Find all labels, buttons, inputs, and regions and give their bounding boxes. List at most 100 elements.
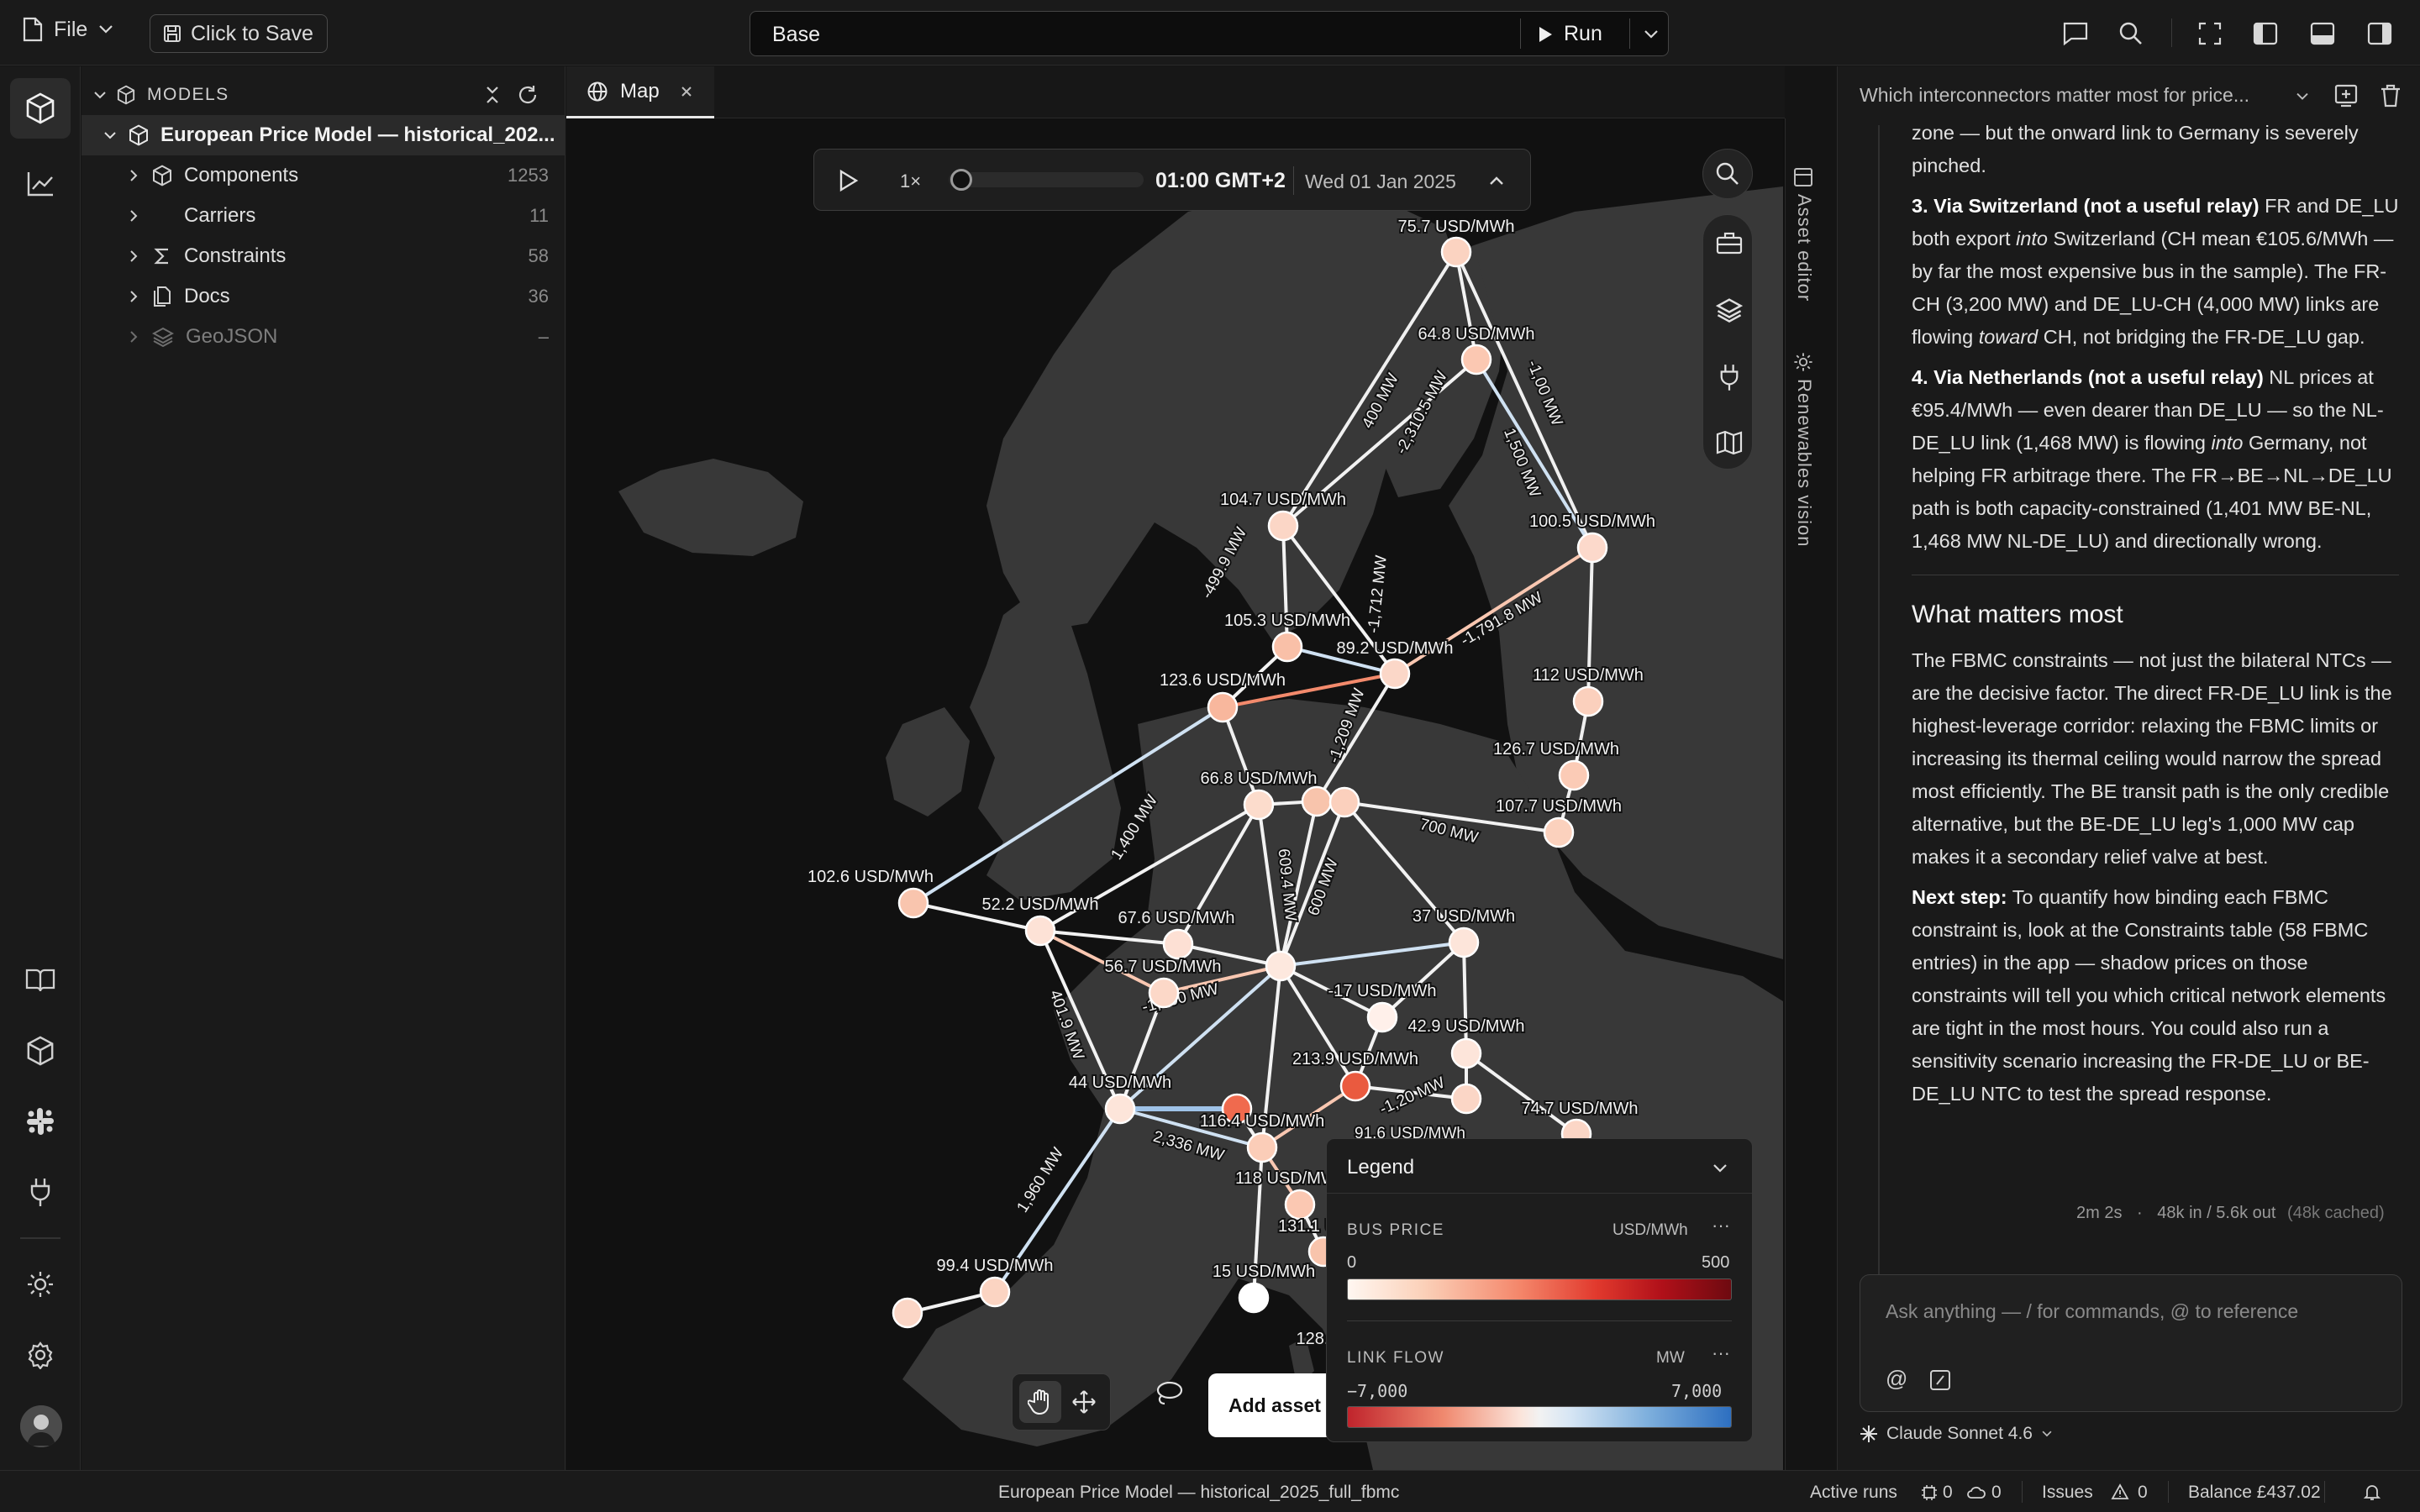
- lasso-tool-button[interactable]: [1155, 1380, 1183, 1407]
- refresh-button[interactable]: [517, 84, 539, 106]
- play-button[interactable]: [836, 168, 860, 193]
- chat-input[interactable]: Ask anything — / for commands, @ to refe…: [1860, 1274, 2402, 1412]
- layers-button[interactable]: [1716, 297, 1743, 323]
- bus-node[interactable]: [1576, 532, 1608, 564]
- toggle-bottom-panel-button[interactable]: [2304, 15, 2341, 52]
- bus-node[interactable]: [1162, 928, 1194, 960]
- chevron-right-icon: [130, 331, 138, 343]
- command-icon[interactable]: [1929, 1369, 1951, 1391]
- bus-node[interactable]: [1238, 1282, 1270, 1314]
- bus-node[interactable]: [897, 887, 929, 919]
- mention-icon[interactable]: @: [1886, 1366, 1907, 1392]
- tab-map[interactable]: Map: [566, 66, 714, 118]
- bus-node[interactable]: [1572, 685, 1604, 717]
- tree-item-count: 1253: [508, 165, 549, 186]
- rail-theme-button[interactable]: [20, 1264, 60, 1305]
- chevron-up-icon[interactable]: [1488, 175, 1505, 186]
- time-slider[interactable]: [949, 169, 1144, 191]
- bus-node[interactable]: [1543, 816, 1575, 848]
- speed-button[interactable]: 1×: [900, 171, 921, 192]
- bus-node[interactable]: [979, 1276, 1011, 1308]
- trash-icon[interactable]: [2379, 83, 2402, 108]
- bus-node[interactable]: [1366, 1001, 1398, 1033]
- rail-components-button[interactable]: [20, 1031, 60, 1071]
- bus-node[interactable]: [1246, 1131, 1278, 1163]
- bus-node[interactable]: [1207, 691, 1239, 723]
- more-icon[interactable]: ···: [1712, 1215, 1730, 1236]
- bus-node[interactable]: [1243, 789, 1275, 821]
- fullscreen-button[interactable]: [2191, 15, 2228, 52]
- active-runs-label[interactable]: Active runs: [1810, 1483, 1897, 1503]
- chevron-down-icon[interactable]: [1712, 1163, 1728, 1174]
- toggle-left-panel-button[interactable]: [2247, 15, 2284, 52]
- avatar[interactable]: [20, 1405, 62, 1447]
- move-tool-button[interactable]: [1063, 1381, 1105, 1423]
- bus-node[interactable]: [1339, 1070, 1371, 1102]
- bus-node[interactable]: [1024, 915, 1056, 947]
- models-header[interactable]: MODELS: [82, 75, 566, 115]
- cloud-icon: [1967, 1486, 1986, 1499]
- model-item[interactable]: European Price Model — historical_202...: [82, 115, 566, 155]
- top-bar: File Click to Save Base Run: [0, 0, 2420, 66]
- close-icon[interactable]: [680, 85, 693, 98]
- plug-button[interactable]: [1718, 363, 1740, 391]
- toolbox-button[interactable]: [1716, 230, 1743, 255]
- run-button[interactable]: Run: [1537, 22, 1602, 46]
- scenario-name[interactable]: Base: [772, 23, 820, 47]
- search-icon: [1716, 162, 1739, 185]
- rail-settings-button[interactable]: [20, 1335, 60, 1375]
- bus-node[interactable]: [1148, 977, 1180, 1009]
- rail-charts-button[interactable]: [20, 164, 60, 204]
- bus-price-label: 99.4 USD/MWh: [937, 1257, 1054, 1275]
- asset-editor-tab[interactable]: Asset editor: [1793, 167, 1815, 302]
- map-search-button[interactable]: [1702, 149, 1753, 199]
- bus-node[interactable]: [1379, 658, 1411, 690]
- bus-node[interactable]: [1267, 510, 1299, 542]
- tree-item-constraints[interactable]: Constraints 58: [82, 236, 566, 276]
- model-selector[interactable]: Claude Sonnet 4.6: [1860, 1424, 2053, 1444]
- bus-node[interactable]: [1460, 344, 1492, 375]
- slider-handle[interactable]: [950, 169, 972, 191]
- bus-node[interactable]: [892, 1297, 923, 1329]
- bus-node[interactable]: [1301, 785, 1333, 817]
- chevron-right-icon: [130, 170, 138, 181]
- add-asset-button[interactable]: Add asset: [1208, 1373, 1343, 1437]
- bus-node[interactable]: [1265, 950, 1297, 982]
- tree-item-geojson[interactable]: GeoJSON –: [82, 317, 566, 357]
- pan-tool-button[interactable]: [1019, 1381, 1061, 1423]
- tree-item-components[interactable]: Components 1253: [82, 155, 566, 196]
- link-flow-min: −7,000: [1347, 1381, 1408, 1401]
- rail-models-button[interactable]: [10, 78, 71, 139]
- bus-node[interactable]: [1558, 759, 1590, 791]
- bus-node[interactable]: [1284, 1189, 1316, 1221]
- bus-node[interactable]: [1450, 1083, 1482, 1115]
- bus-node[interactable]: [1440, 236, 1472, 268]
- chevron-down-icon[interactable]: [2295, 92, 2310, 102]
- new-thread-icon[interactable]: [2333, 83, 2359, 108]
- bus-node[interactable]: [1450, 1037, 1482, 1069]
- bus-node[interactable]: [1448, 927, 1480, 958]
- renewables-vision-tab[interactable]: Renewables vision: [1793, 352, 1815, 547]
- search-button[interactable]: [2112, 15, 2149, 52]
- more-icon[interactable]: ···: [1712, 1342, 1730, 1364]
- sidebar-right-icon: [2367, 22, 2392, 45]
- comments-button[interactable]: [2057, 15, 2094, 52]
- issues-label[interactable]: Issues: [2042, 1483, 2093, 1503]
- save-button[interactable]: Click to Save: [150, 14, 328, 53]
- rail-docs-button[interactable]: [20, 960, 60, 1000]
- bell-icon[interactable]: [2363, 1483, 2381, 1501]
- file-menu-button[interactable]: File: [22, 17, 114, 42]
- basemap-button[interactable]: [1716, 430, 1743, 455]
- collapse-all-button[interactable]: [483, 85, 502, 105]
- run-options-button[interactable]: [1633, 16, 1670, 53]
- toggle-right-panel-button[interactable]: [2361, 15, 2398, 52]
- globe-icon: [587, 81, 608, 101]
- bus-node[interactable]: [1271, 631, 1303, 663]
- rail-plugin-button[interactable]: [20, 1172, 60, 1212]
- bus-node[interactable]: [1328, 786, 1360, 818]
- rail-slack-button[interactable]: [20, 1101, 60, 1142]
- tree-item-docs[interactable]: Docs 36: [82, 276, 566, 317]
- thread-title[interactable]: Which interconnectors matter most for pr…: [1860, 84, 2249, 107]
- bus-node[interactable]: [1104, 1093, 1136, 1125]
- tree-item-carriers[interactable]: Carriers 11: [82, 196, 566, 236]
